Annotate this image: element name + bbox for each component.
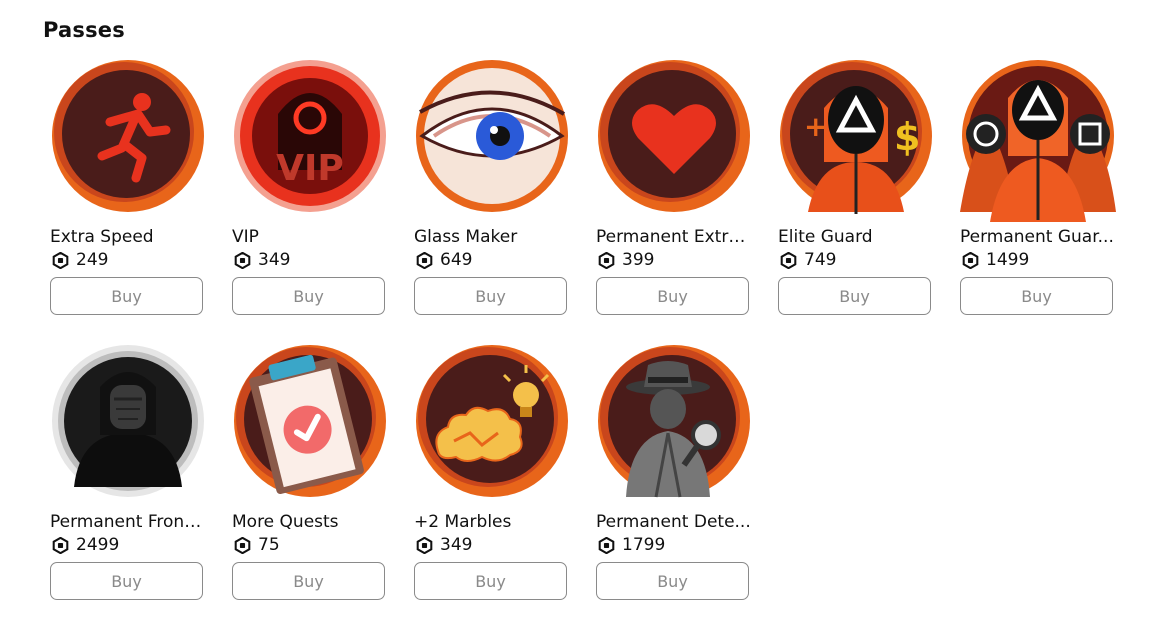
robux-icon xyxy=(598,536,615,554)
robux-icon xyxy=(598,251,615,269)
buy-button[interactable]: Buy xyxy=(960,277,1113,315)
svg-text:$: $ xyxy=(894,115,920,159)
svg-text:+: + xyxy=(804,110,827,143)
buy-button[interactable]: Buy xyxy=(50,562,203,600)
price-row: 649 xyxy=(416,249,472,271)
robux-icon xyxy=(52,536,69,554)
price-row: 75 xyxy=(234,534,280,556)
section-title: Passes xyxy=(43,18,125,42)
buy-button[interactable]: Buy xyxy=(232,277,385,315)
price-row: 2499 xyxy=(52,534,119,556)
pass-price: 75 xyxy=(258,535,280,555)
pass-name[interactable]: Permanent Front... xyxy=(50,512,206,532)
buy-button[interactable]: Buy xyxy=(414,562,567,600)
robux-icon xyxy=(234,251,251,269)
buy-button[interactable]: Buy xyxy=(414,277,567,315)
buy-button[interactable]: Buy xyxy=(232,562,385,600)
pass-card[interactable]: +2 Marbles 349 Buy xyxy=(414,337,570,607)
pass-price: 1799 xyxy=(622,535,666,555)
pass-card[interactable]: + $ Elite Guard 749 Buy xyxy=(778,52,934,322)
pass-price: 399 xyxy=(622,250,655,270)
brain-lightbulb-icon[interactable] xyxy=(414,337,570,507)
pass-name[interactable]: More Quests xyxy=(232,512,388,532)
robux-icon xyxy=(962,251,979,269)
vip-guard-icon[interactable]: VIP xyxy=(232,52,388,222)
pass-name[interactable]: +2 Marbles xyxy=(414,512,570,532)
price-row: 349 xyxy=(234,249,290,271)
pass-name[interactable]: Permanent Dete... xyxy=(596,512,752,532)
pass-price: 349 xyxy=(258,250,291,270)
heart-icon[interactable] xyxy=(596,52,752,222)
pass-card[interactable]: Extra Speed 249 Buy xyxy=(50,52,206,322)
pass-name[interactable]: Elite Guard xyxy=(778,227,934,247)
pass-name[interactable]: VIP xyxy=(232,227,388,247)
robux-icon xyxy=(416,251,433,269)
pass-name[interactable]: Permanent Guar... xyxy=(960,227,1116,247)
price-row: 249 xyxy=(52,249,108,271)
buy-button[interactable]: Buy xyxy=(596,277,749,315)
running-man-icon[interactable] xyxy=(50,52,206,222)
pass-card[interactable]: Permanent Front... 2499 Buy xyxy=(50,337,206,607)
pass-card[interactable]: Permanent Guar... 1499 Buy xyxy=(960,52,1116,322)
pass-price: 649 xyxy=(440,250,473,270)
robux-icon xyxy=(234,536,251,554)
frontman-mask-icon[interactable] xyxy=(50,337,206,507)
pass-name[interactable]: Glass Maker xyxy=(414,227,570,247)
pass-name[interactable]: Extra Speed xyxy=(50,227,206,247)
pass-name[interactable]: Permanent Extra... xyxy=(596,227,752,247)
price-row: 1799 xyxy=(598,534,665,556)
pass-price: 749 xyxy=(804,250,837,270)
buy-button[interactable]: Buy xyxy=(778,277,931,315)
guard-trio-icon[interactable] xyxy=(960,52,1116,222)
robux-icon xyxy=(416,536,433,554)
pass-price: 349 xyxy=(440,535,473,555)
buy-button[interactable]: Buy xyxy=(50,277,203,315)
price-row: 349 xyxy=(416,534,472,556)
pass-price: 2499 xyxy=(76,535,120,555)
pass-card[interactable]: Glass Maker 649 Buy xyxy=(414,52,570,322)
triangle-guard-icon[interactable]: + $ xyxy=(778,52,934,222)
pass-price: 1499 xyxy=(986,250,1030,270)
pass-card[interactable]: More Quests 75 Buy xyxy=(232,337,388,607)
clipboard-check-icon[interactable] xyxy=(232,337,388,507)
buy-button[interactable]: Buy xyxy=(596,562,749,600)
pass-card[interactable]: VIP VIP 349 Buy xyxy=(232,52,388,322)
eye-icon[interactable] xyxy=(414,52,570,222)
detective-icon[interactable] xyxy=(596,337,752,507)
price-row: 399 xyxy=(598,249,654,271)
svg-text:VIP: VIP xyxy=(276,148,344,189)
robux-icon xyxy=(780,251,797,269)
pass-card[interactable]: Permanent Extra... 399 Buy xyxy=(596,52,752,322)
robux-icon xyxy=(52,251,69,269)
price-row: 1499 xyxy=(962,249,1029,271)
pass-card[interactable]: Permanent Dete... 1799 Buy xyxy=(596,337,752,607)
pass-price: 249 xyxy=(76,250,109,270)
price-row: 749 xyxy=(780,249,836,271)
